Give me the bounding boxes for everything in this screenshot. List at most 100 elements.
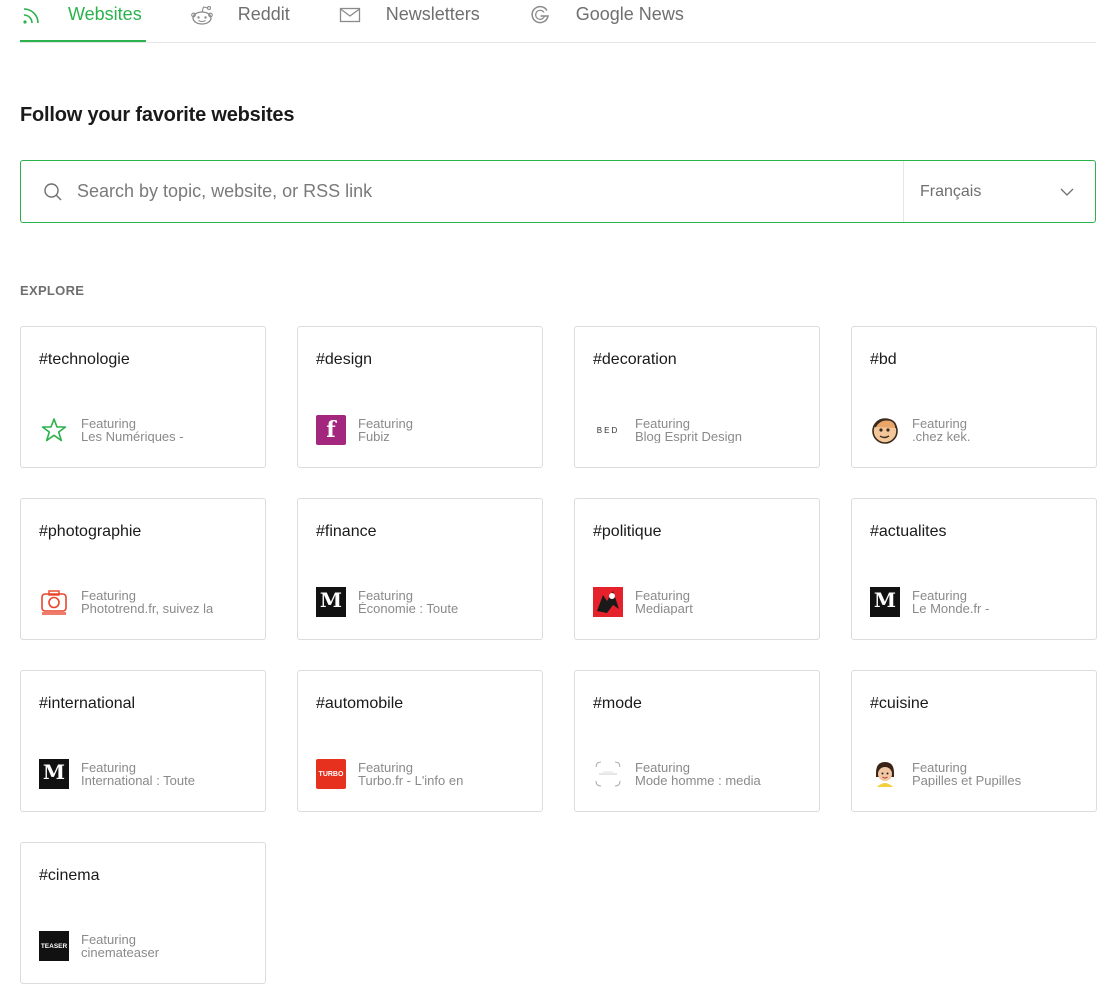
tab-google-news-label: Google News (575, 4, 684, 24)
explore-card[interactable]: #international M​ FeaturingInternational :… (20, 670, 266, 812)
card-featured-source: Featuring Mediapart (593, 587, 693, 617)
card-text: Featuring Les Numériques - (81, 417, 184, 443)
search-icon (43, 182, 63, 202)
explore-card[interactable]: #technologie Featuring Les Numériques - (20, 326, 266, 468)
card-source-name: Papilles et Pupilles (912, 774, 1022, 787)
card-source-name: .chez kek. (912, 430, 971, 443)
card-featuring-label: Featuring (81, 760, 136, 775)
card-tag: #automobile (316, 695, 404, 712)
card-source-name: Le Monde.fr - (912, 602, 990, 615)
card-featured-source: Featuring .chez kek. (870, 415, 971, 445)
explore-card[interactable]: #photographie Featuring Phototrend.fr, sui… (20, 498, 266, 640)
card-source-name: Mediapart (635, 602, 693, 615)
card-text: Featuring Le Monde.fr - (912, 589, 989, 615)
card-featuring-label: Featuring (912, 760, 967, 775)
card-text: Featuring Mode homme : media (635, 761, 761, 787)
card-tag: #international (39, 695, 136, 712)
explore-card[interactable]: #mode Featuring Mode homme : media (574, 670, 820, 812)
search-box: Français (20, 160, 1096, 223)
card-featuring-label: Featuring (358, 588, 413, 603)
card-tag: #finance (316, 523, 377, 540)
explore-card[interactable]: #decoration BED Featuring Blog Esprit Desig… (574, 326, 820, 468)
tab-websites-label: Websites (68, 4, 142, 24)
tab-websites[interactable]: Websites (20, 0, 146, 42)
card-featured-source: Featuring Mode homme : media (593, 759, 761, 789)
card-source-name: International : Toute (81, 774, 195, 787)
mediapart-logo (593, 587, 623, 617)
card-featured-source: M​ FeaturingLe Monde.fr - (870, 587, 989, 617)
explore-card[interactable]: #cuisine Featuring Papilles et Pupilles (851, 670, 1097, 812)
card-text: Featuring Phototrend.fr, suivez la (81, 589, 213, 615)
google-icon (528, 3, 552, 27)
card-text: Featuring International : Toute (81, 761, 195, 787)
card-text: Featuring Mediapart (635, 589, 693, 615)
explore-card[interactable]: #design f Featuring Fubiz (297, 326, 543, 468)
card-text: Featuring Économie : Toute (358, 589, 458, 615)
card-featuring-label: Featuring (358, 416, 413, 431)
language-selected-value: Français (920, 182, 982, 200)
le-monde-logo: M​ (870, 587, 900, 617)
card-tag: #bd (870, 351, 897, 368)
card-source-name: Turbo.fr - L'info en (358, 774, 464, 787)
card-tag: #design (316, 351, 373, 368)
card-tag: #photographie (39, 523, 142, 540)
tab-newsletters-label: Newsletters (385, 4, 480, 24)
card-featured-source: Featuring Les Numériques - (39, 415, 184, 445)
card-source-name: cinemateaser (81, 946, 160, 959)
search-input[interactable] (77, 171, 903, 212)
explore-card[interactable]: #finance M​ FeaturingÉconomie : Toute (297, 498, 543, 640)
rss-icon (20, 3, 44, 27)
card-featured-source: M​ FeaturingÉconomie : Toute (316, 587, 458, 617)
card-tag: #mode (593, 695, 642, 712)
explore-card[interactable]: #cinema TEASER Featuring cinemateaser (20, 842, 266, 984)
card-tag: #cinema (39, 867, 100, 884)
card-tag: #cuisine (870, 695, 929, 712)
turbo-logo: TURBO (316, 759, 346, 789)
card-featured-source: BED Featuring Blog Esprit Design (593, 415, 742, 445)
card-source-name: Mode homme : media (635, 774, 761, 787)
explore-grid: #technologie Featuring Les Numériques - #de… (20, 326, 1097, 984)
card-text: Featuring Papilles et Pupilles (912, 761, 1021, 787)
tab-google-news[interactable]: Google News (528, 0, 688, 41)
card-featured-source: M​ FeaturingInternational : Toute (39, 759, 195, 789)
cuisine-face-logo (870, 759, 900, 789)
card-featuring-label: Featuring (81, 416, 136, 431)
card-featuring-label: Featuring (358, 760, 413, 775)
tab-reddit[interactable]: Reddit (190, 0, 294, 41)
card-tag: #technologie (39, 351, 130, 368)
mail-icon (338, 3, 362, 27)
card-text: Featuring cinemateaser (81, 933, 159, 959)
card-source-name: Les Numériques - (81, 430, 184, 443)
page-title: Follow your favorite websites (20, 104, 295, 126)
chevron-down-icon (1059, 184, 1075, 200)
card-featuring-label: Featuring (635, 760, 690, 775)
reddit-icon (190, 3, 214, 27)
card-featuring-label: Featuring (635, 416, 690, 431)
mode-logo (593, 759, 623, 789)
explore-card[interactable]: #politique Featuring Mediapart (574, 498, 820, 640)
card-source-name: Économie : Toute (358, 602, 459, 615)
card-source-name: Fubiz (358, 430, 390, 443)
bed-logo: BED (596, 425, 620, 435)
card-featuring-label: Featuring (912, 416, 967, 431)
card-text: Featuring Fubiz (358, 417, 413, 443)
card-featured-source: f Featuring Fubiz (316, 415, 413, 445)
card-featuring-label: Featuring (81, 932, 136, 947)
card-featured-source: Featuring Phototrend.fr, suivez la (39, 587, 213, 617)
tab-newsletters[interactable]: Newsletters (338, 0, 484, 41)
card-featured-source: TURBO Featuring Turbo.fr - L'info en (316, 759, 463, 789)
star-logo (39, 415, 69, 445)
tab-reddit-label: Reddit (237, 4, 290, 24)
card-text: Featuring Turbo.fr - L'info en (358, 761, 463, 787)
explore-card[interactable]: #automobile TURBO Featuring Turbo.fr - L'in… (297, 670, 543, 812)
explore-card[interactable]: #actualites M​ FeaturingLe Monde.fr - (851, 498, 1097, 640)
explore-card[interactable]: #bd Featuring .chez kek. (851, 326, 1097, 468)
fubiz-logo: f (316, 415, 346, 445)
card-featuring-label: Featuring (635, 588, 690, 603)
language-select[interactable]: Français (903, 161, 1095, 222)
card-tag: #actualites (870, 523, 947, 540)
card-featured-source: Featuring Papilles et Pupilles (870, 759, 1021, 789)
camera-logo (39, 587, 69, 617)
teaser-logo: TEASER (39, 931, 69, 961)
card-source-name: Phototrend.fr, suivez la (81, 602, 214, 615)
